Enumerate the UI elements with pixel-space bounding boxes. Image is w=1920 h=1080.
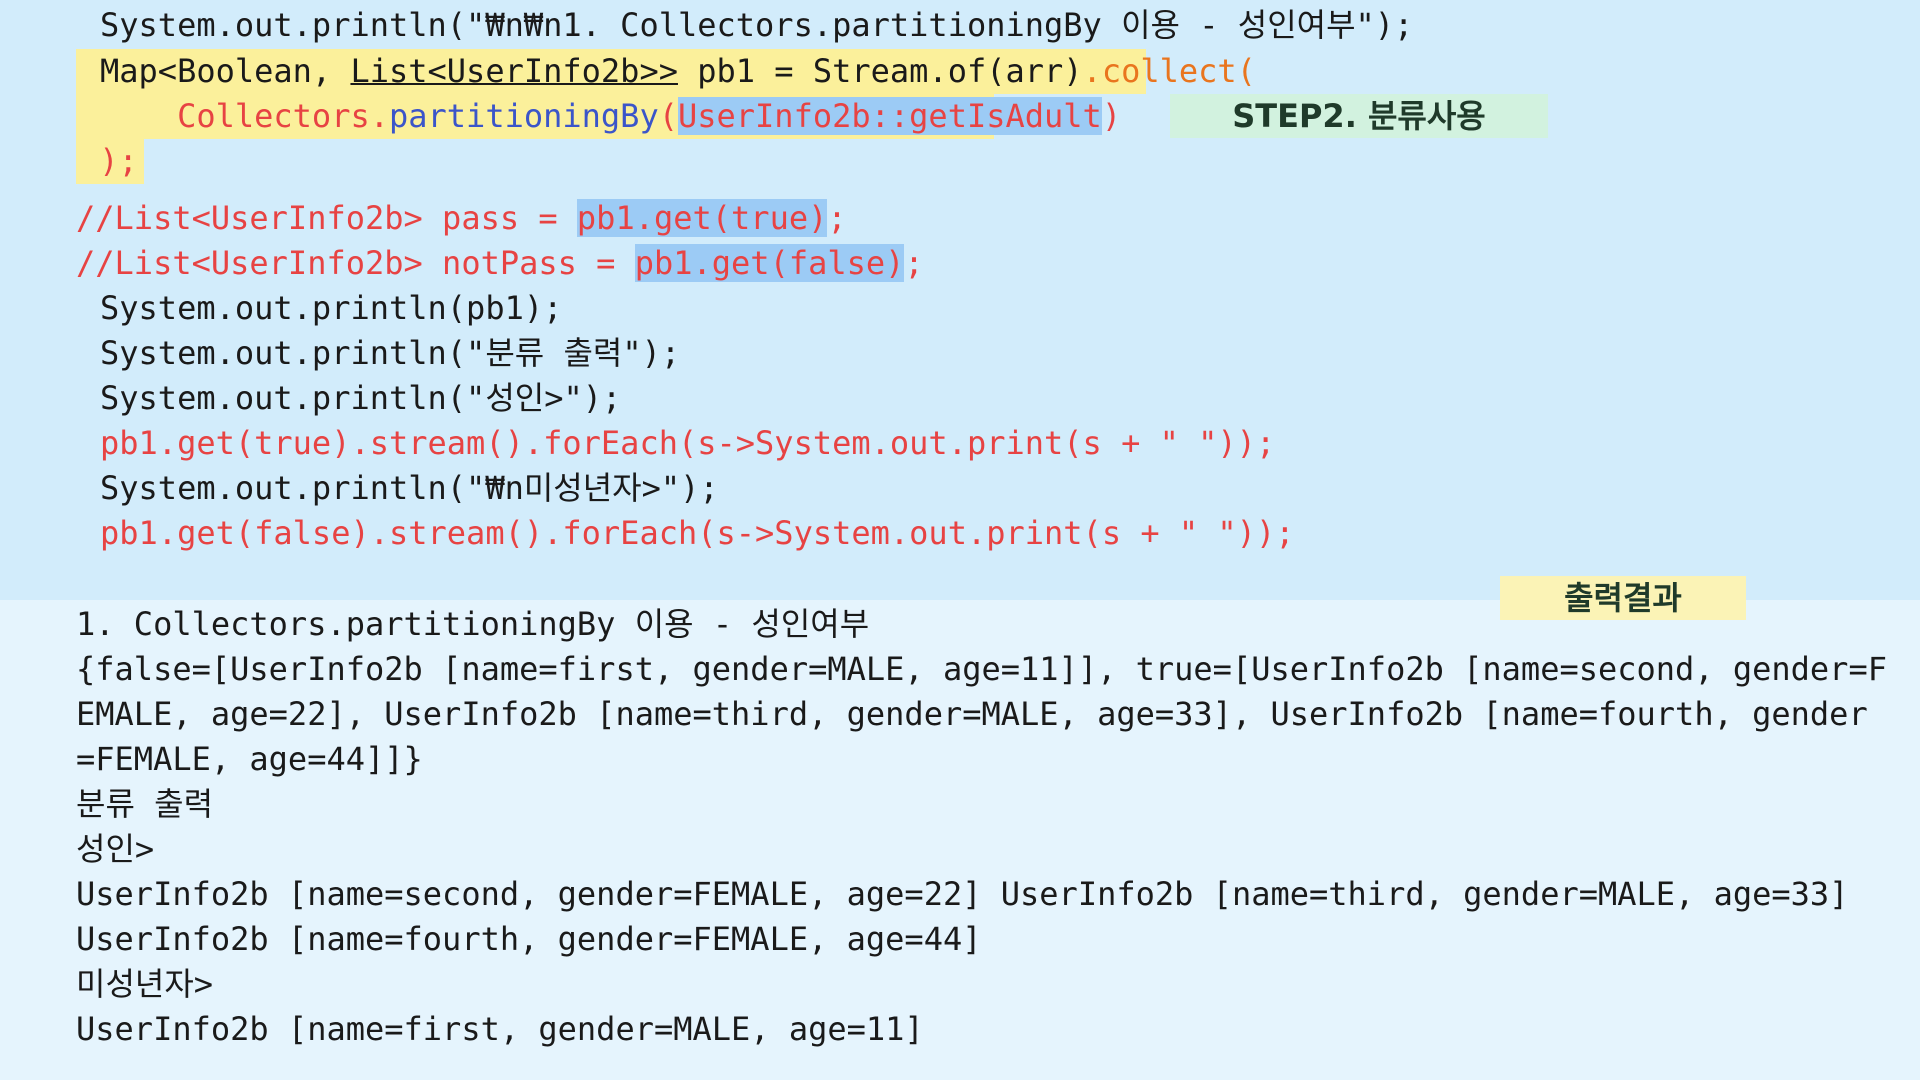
code-line-8: System.out.println("분류 출력");	[100, 334, 681, 372]
output-line: UserInfo2b [name=second, gender=FEMALE, …	[76, 875, 1849, 913]
code-token: pb1 = Stream.of(arr)	[677, 52, 1083, 90]
code-line-4: );	[76, 139, 144, 184]
code-line-7: System.out.println(pb1);	[100, 289, 563, 327]
code-line-6: //List<UserInfo2b> notPass = pb1.get(fal…	[76, 241, 924, 286]
code-token: //List<UserInfo2b> pass =	[76, 199, 577, 237]
output-label: 출력결과	[1500, 576, 1746, 620]
output-line: {false=[UserInfo2b [name=first, gender=M…	[76, 650, 1887, 688]
code-line-11: System.out.println("₩n미성년자>");	[100, 469, 719, 507]
output-line: 성인>	[76, 830, 155, 868]
output-line: 미성년자>	[76, 965, 214, 1003]
code-line-10: pb1.get(true).stream().forEach(s->System…	[100, 424, 1276, 462]
code-line-2: Map<Boolean, List<UserInfo2b>> pb1 = Str…	[76, 49, 1256, 94]
code-token: List<UserInfo2b>>	[350, 52, 678, 90]
code-token: pb1.get(false)	[634, 244, 905, 282]
output-line: UserInfo2b [name=fourth, gender=FEMALE, …	[76, 920, 982, 958]
output-line: 1. Collectors.partitioningBy 이용 - 성인여부	[76, 605, 870, 643]
output-line: EMALE, age=22], UserInfo2b [name=third, …	[76, 695, 1868, 733]
code-token: .collect(	[1082, 52, 1256, 90]
code-token: partitioningBy	[388, 97, 659, 135]
code-line-9: System.out.println("성인>");	[100, 379, 622, 417]
code-token: UserInfo2b::getIsAdult	[677, 97, 1102, 135]
code-token: ;	[904, 244, 924, 282]
code-token: Map<Boolean,	[100, 52, 351, 90]
code-token: //List<UserInfo2b> notPass =	[76, 244, 635, 282]
code-line-5: //List<UserInfo2b> pass = pb1.get(true);	[76, 196, 847, 241]
code-line-3: Collectors.partitioningBy(UserInfo2b::ge…	[76, 94, 1121, 139]
output-line: 분류 출력	[76, 785, 214, 823]
code-panel: System.out.println("₩n₩n1. Collectors.pa…	[0, 0, 1920, 600]
code-token: pb1.get(true)	[576, 199, 828, 237]
output-line: UserInfo2b [name=first, gender=MALE, age…	[76, 1010, 924, 1048]
output-line: =FEMALE, age=44]]}	[76, 740, 423, 778]
code-line-1: System.out.println("₩n₩n1. Collectors.pa…	[100, 6, 1414, 44]
code-token: (	[658, 97, 678, 135]
code-token: ;	[827, 199, 847, 237]
code-token: Collectors.	[100, 97, 389, 135]
code-token: )	[1101, 97, 1122, 135]
code-line-12: pb1.get(false).stream().forEach(s->Syste…	[100, 514, 1295, 552]
step-label: STEP2. 분류사용	[1170, 94, 1548, 138]
